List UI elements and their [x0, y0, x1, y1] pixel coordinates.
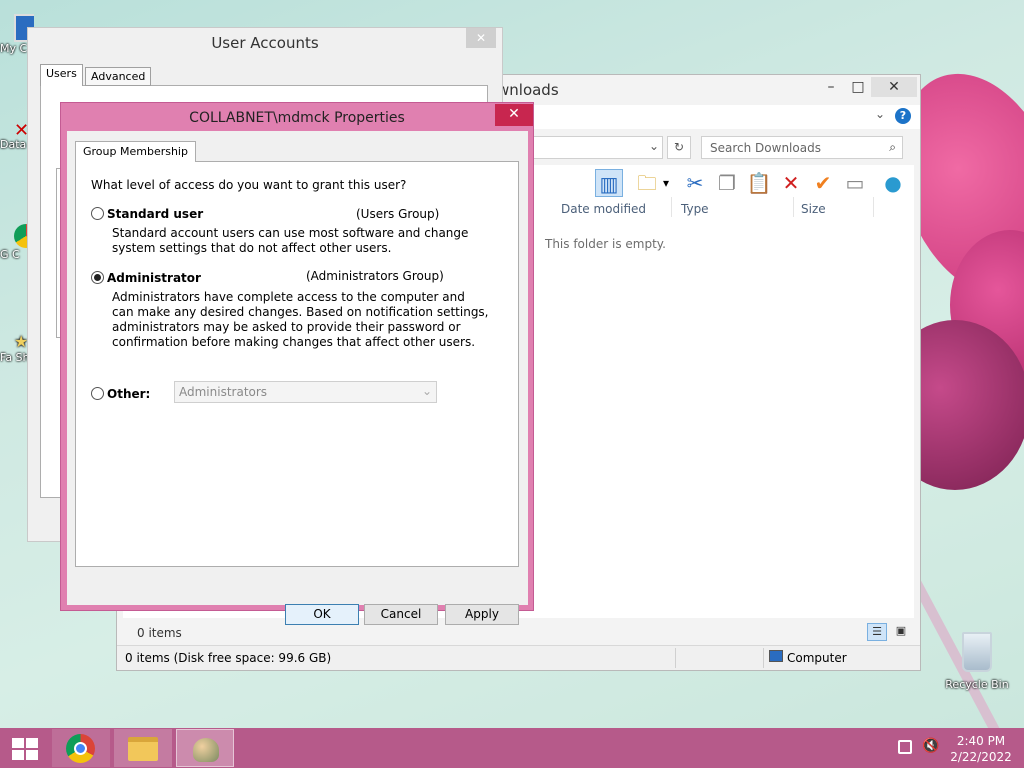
- column-divider: [793, 197, 794, 217]
- chrome-icon: [66, 734, 95, 763]
- refresh-icon[interactable]: ↻: [667, 136, 691, 159]
- windows-logo-icon: [12, 738, 38, 760]
- status-location: Computer: [787, 651, 847, 665]
- status-text: 0 items (Disk free space: 99.6 GB): [125, 651, 332, 665]
- apply-button[interactable]: Apply: [445, 604, 519, 625]
- user-accounts-title: User Accounts: [211, 34, 319, 52]
- administrator-description: Administrators have complete access to t…: [112, 290, 489, 349]
- clock[interactable]: 2:40 PM 2/22/2022: [946, 733, 1016, 765]
- minimize-button[interactable]: –: [817, 77, 845, 97]
- chevron-down-icon[interactable]: ⌄: [649, 139, 659, 153]
- taskbar-user-accounts[interactable]: [176, 729, 234, 767]
- dialog-title: COLLABNET\mdmck Properties: [189, 110, 405, 126]
- standard-user-group: (Users Group): [356, 207, 440, 221]
- tab-advanced[interactable]: Advanced: [85, 67, 152, 86]
- copy-icon[interactable]: ❐: [713, 169, 741, 197]
- search-input[interactable]: Search Downloads ⌕: [701, 136, 903, 159]
- empty-folder-message: This folder is empty.: [545, 237, 666, 251]
- volume-muted-icon[interactable]: 🔇: [922, 738, 939, 754]
- rename-icon[interactable]: ▭: [841, 169, 869, 197]
- check-icon[interactable]: ✔: [809, 169, 837, 197]
- globe-icon[interactable]: ●: [879, 169, 907, 197]
- chevron-down-icon[interactable]: ⌄: [875, 107, 885, 121]
- close-button[interactable]: ✕: [495, 104, 533, 126]
- chevron-down-icon: ⌄: [421, 384, 432, 398]
- close-button[interactable]: ✕: [466, 28, 496, 48]
- column-header-date[interactable]: Date modified: [561, 202, 646, 216]
- network-icon[interactable]: [898, 740, 912, 754]
- standard-user-description: Standard account users can use most soft…: [112, 226, 469, 255]
- search-icon: ⌕: [889, 140, 896, 154]
- recycle-bin-icon: [962, 632, 992, 672]
- column-divider: [873, 197, 874, 217]
- clock-time: 2:40 PM: [956, 734, 1006, 748]
- tab-users[interactable]: Users: [40, 64, 83, 86]
- status-divider: [675, 648, 676, 668]
- standard-user-radio[interactable]: [91, 207, 104, 220]
- preview-pane-icon[interactable]: ▥: [595, 169, 623, 197]
- administrator-radio[interactable]: [91, 271, 104, 284]
- status-bar: 0 items (Disk free space: 99.6 GB) Compu…: [117, 645, 920, 670]
- taskbar-chrome[interactable]: [52, 729, 110, 767]
- properties-dialog: COLLABNET\mdmck Properties ✕ Group Membe…: [60, 102, 534, 625]
- tab-group-membership[interactable]: Group Membership: [75, 141, 196, 162]
- cut-icon[interactable]: ✂: [681, 169, 709, 197]
- taskbar: 🔇 2:40 PM 2/22/2022: [0, 728, 1024, 768]
- computer-icon: [769, 650, 783, 662]
- ok-button[interactable]: OK: [285, 604, 359, 625]
- dropdown-icon[interactable]: ▾: [659, 169, 673, 197]
- explorer-title: wnloads: [497, 81, 559, 99]
- dialog-body: Group Membership What level of access do…: [67, 131, 528, 625]
- column-divider: [671, 197, 672, 217]
- column-header-size[interactable]: Size: [801, 202, 826, 216]
- desktop-icon-recycle-bin[interactable]: Recycle Bin: [942, 628, 1012, 698]
- delete-icon[interactable]: ✕: [777, 169, 805, 197]
- access-question: What level of access do you want to gran…: [91, 178, 407, 192]
- standard-user-label[interactable]: Standard user: [107, 207, 203, 221]
- users-icon: [193, 738, 219, 762]
- maximize-button[interactable]: □: [845, 77, 871, 97]
- clock-date: 2/22/2022: [950, 750, 1012, 764]
- paste-icon[interactable]: 📋: [745, 169, 773, 197]
- column-header-type[interactable]: Type: [681, 202, 709, 216]
- help-icon[interactable]: ?: [895, 108, 911, 124]
- status-divider: [763, 648, 764, 668]
- item-count: 0 items: [137, 626, 182, 640]
- taskbar-file-explorer[interactable]: [114, 729, 172, 767]
- folder-properties-icon[interactable]: 🗀: [633, 169, 661, 197]
- start-button[interactable]: [2, 729, 46, 767]
- administrator-label[interactable]: Administrator: [107, 271, 201, 285]
- other-radio[interactable]: [91, 387, 104, 400]
- cancel-button[interactable]: Cancel: [364, 604, 438, 625]
- details-view-icon[interactable]: ☰: [867, 623, 887, 641]
- group-membership-panel: What level of access do you want to gran…: [75, 161, 519, 567]
- close-button[interactable]: ✕: [871, 77, 917, 97]
- large-icons-view-icon[interactable]: ▣: [891, 623, 911, 641]
- administrator-group: (Administrators Group): [306, 269, 444, 283]
- folder-icon: [128, 737, 158, 761]
- other-label[interactable]: Other:: [107, 387, 150, 401]
- group-select: Administrators ⌄: [174, 381, 437, 403]
